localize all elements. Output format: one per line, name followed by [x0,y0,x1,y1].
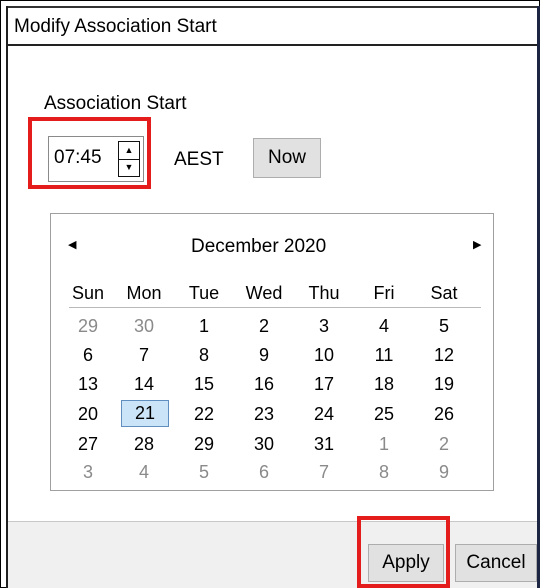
triangle-right-icon[interactable]: ▶ [473,238,481,251]
calendar-day[interactable]: 24 [299,402,349,426]
calendar-day[interactable]: 7 [119,343,169,367]
weekday-wed: Wed [245,283,283,303]
calendar-day[interactable]: 9 [419,460,469,484]
calendar-day[interactable]: 15 [179,372,229,396]
weekday-sun: Sun [71,283,105,303]
calendar-day[interactable]: 25 [359,402,409,426]
calendar-day[interactable]: 11 [359,343,409,367]
calendar-day[interactable]: 8 [359,460,409,484]
spin-up-icon[interactable]: ▲ [119,142,139,160]
weekday-divider [69,307,481,308]
calendar-day[interactable]: 4 [359,314,409,338]
weekday-mon: Mon [126,283,162,303]
calendar-day[interactable]: 30 [239,432,289,456]
timezone-label: AEST [174,149,224,170]
apply-highlight-box [357,516,450,588]
calendar-day[interactable]: 27 [63,432,113,456]
calendar-day[interactable]: 7 [299,460,349,484]
weekday-sat: Sat [430,283,458,303]
calendar-day[interactable]: 5 [419,314,469,338]
calendar-day[interactable]: 26 [419,402,469,426]
dialog-title: Modify Association Start [14,16,217,37]
calendar-day[interactable]: 2 [239,314,289,338]
calendar-day[interactable]: 14 [119,372,169,396]
title-bar: Modify Association Start [8,6,537,46]
calendar-day[interactable]: 2 [419,432,469,456]
calendar-day[interactable]: 8 [179,343,229,367]
calendar-day[interactable]: 1 [359,432,409,456]
calendar-day[interactable]: 29 [179,432,229,456]
calendar-day[interactable]: 12 [419,343,469,367]
now-button[interactable]: Now [253,138,321,178]
calendar-day[interactable]: 28 [119,432,169,456]
calendar-day[interactable]: 9 [239,343,289,367]
time-spinner[interactable]: ▲ ▼ [118,141,140,177]
modify-association-start-dialog: Modify Association Start Association Sta… [6,6,540,588]
calendar-day-selected[interactable]: 21 [121,400,169,427]
calendar-day[interactable]: 1 [179,314,229,338]
calendar-day[interactable]: 3 [299,314,349,338]
calendar-day[interactable]: 3 [63,460,113,484]
calendar-day[interactable]: 13 [63,372,113,396]
triangle-left-icon[interactable]: ◀ [68,238,76,251]
calendar-day[interactable]: 20 [63,402,113,426]
calendar-day[interactable]: 4 [119,460,169,484]
calendar-month-title[interactable]: December 2020 [191,236,326,258]
calendar-day[interactable]: 6 [63,343,113,367]
weekday-fri: Fri [373,283,395,303]
calendar-day[interactable]: 23 [239,402,289,426]
cancel-button[interactable]: Cancel [455,544,537,582]
weekday-thu: Thu [308,283,340,303]
calendar-day[interactable]: 6 [239,460,289,484]
calendar-day[interactable]: 5 [179,460,229,484]
calendar-day[interactable]: 18 [359,372,409,396]
association-start-label: Association Start [44,93,187,114]
calendar-day[interactable]: 16 [239,372,289,396]
calendar-day[interactable]: 22 [179,402,229,426]
calendar-day[interactable]: 19 [419,372,469,396]
button-bar: Apply Cancel [8,521,537,588]
calendar-day[interactable]: 31 [299,432,349,456]
spin-down-icon[interactable]: ▼ [119,159,139,176]
time-picker[interactable]: 07:45 ▲ ▼ [48,136,144,182]
weekday-tue: Tue [188,283,220,303]
calendar: ◀ December 2020 ▶ Sun Mon Tue Wed Thu Fr… [50,213,494,491]
time-value[interactable]: 07:45 [54,147,102,169]
calendar-day[interactable]: 30 [119,314,169,338]
calendar-day[interactable]: 10 [299,343,349,367]
calendar-day[interactable]: 29 [63,314,113,338]
calendar-day[interactable]: 17 [299,372,349,396]
